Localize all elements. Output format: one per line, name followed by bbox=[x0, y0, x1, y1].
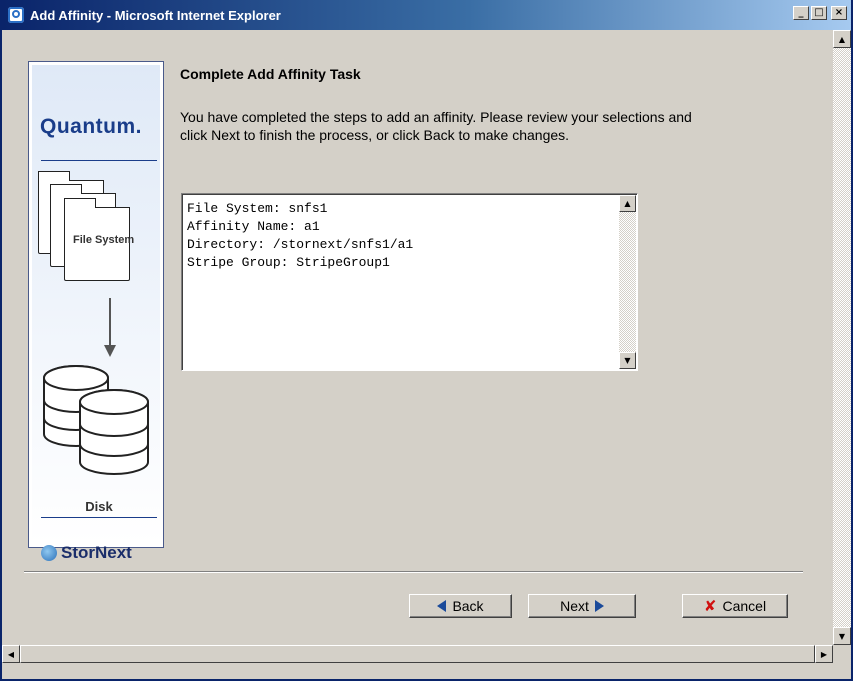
summary-line: Stripe Group: StripeGroup1 bbox=[187, 255, 390, 270]
scroll-up-icon[interactable]: ▲ bbox=[833, 30, 851, 48]
scroll-left-icon[interactable]: ◀ bbox=[2, 645, 20, 663]
arrow-head bbox=[104, 345, 116, 357]
ie-icon bbox=[8, 7, 24, 23]
x-icon: ✘ bbox=[703, 597, 717, 615]
summary-textarea[interactable]: File System: snfs1 Affinity Name: a1 Direc… bbox=[181, 193, 638, 371]
summary-text: File System: snfs1 Affinity Name: a1 Direc… bbox=[187, 200, 413, 272]
window-controls: _ □ × bbox=[793, 6, 847, 20]
horizontal-scrollbar[interactable]: ◀ ▶ bbox=[2, 645, 833, 663]
window-title: Add Affinity - Microsoft Internet Explor… bbox=[30, 7, 281, 23]
summary-scrollbar[interactable]: ▲ ▼ bbox=[619, 195, 636, 369]
close-button[interactable]: × bbox=[831, 6, 847, 20]
summary-line: Directory: /stornext/snfs1/a1 bbox=[187, 237, 414, 252]
scroll-down-icon[interactable]: ▼ bbox=[619, 352, 636, 369]
left-arrow-icon bbox=[437, 600, 447, 612]
title-bar: Add Affinity - Microsoft Internet Explor… bbox=[2, 0, 851, 30]
separator bbox=[24, 572, 803, 573]
divider bbox=[41, 517, 157, 518]
back-button[interactable]: Back bbox=[409, 594, 512, 618]
summary-line: File System: snfs1 bbox=[187, 201, 328, 216]
file-system-label: File System bbox=[73, 234, 135, 246]
page-title: Complete Add Affinity Task bbox=[180, 66, 361, 82]
scroll-corner bbox=[833, 645, 851, 663]
minimize-button[interactable]: _ bbox=[793, 6, 809, 20]
dialog-content: Quantum. File System Disk StorNext Compl… bbox=[2, 30, 833, 645]
wizard-sidebar: Quantum. File System Disk StorNext bbox=[28, 61, 164, 562]
maximize-button[interactable]: □ bbox=[811, 6, 827, 20]
stornext-logo-text: StorNext bbox=[61, 543, 132, 562]
scroll-down-icon[interactable]: ▼ bbox=[833, 627, 851, 645]
browser-window: Add Affinity - Microsoft Internet Explor… bbox=[0, 0, 853, 681]
scroll-up-icon[interactable]: ▲ bbox=[619, 195, 636, 212]
next-button[interactable]: Next bbox=[528, 594, 636, 618]
task-description: You have completed the steps to add an a… bbox=[180, 109, 692, 143]
scroll-thumb[interactable] bbox=[20, 645, 815, 663]
disk-label: Disk bbox=[85, 499, 113, 514]
right-arrow-icon bbox=[594, 600, 604, 612]
scroll-right-icon[interactable]: ▶ bbox=[815, 645, 833, 663]
next-button-label: Next bbox=[560, 598, 589, 614]
arrow-down-icon bbox=[109, 298, 111, 348]
disk-icon bbox=[43, 365, 149, 475]
cancel-button[interactable]: ✘ Cancel bbox=[682, 594, 788, 618]
back-button-label: Back bbox=[452, 598, 484, 614]
file-system-folder-icon: File System bbox=[64, 198, 134, 281]
quantum-logo: Quantum. bbox=[40, 115, 142, 138]
vertical-scrollbar[interactable]: ▲ ▼ bbox=[833, 30, 851, 645]
cancel-button-label: Cancel bbox=[722, 598, 767, 614]
stornext-logo: StorNext bbox=[41, 543, 132, 563]
summary-line: Affinity Name: a1 bbox=[187, 219, 320, 234]
divider bbox=[41, 160, 157, 161]
globe-icon bbox=[41, 545, 57, 561]
